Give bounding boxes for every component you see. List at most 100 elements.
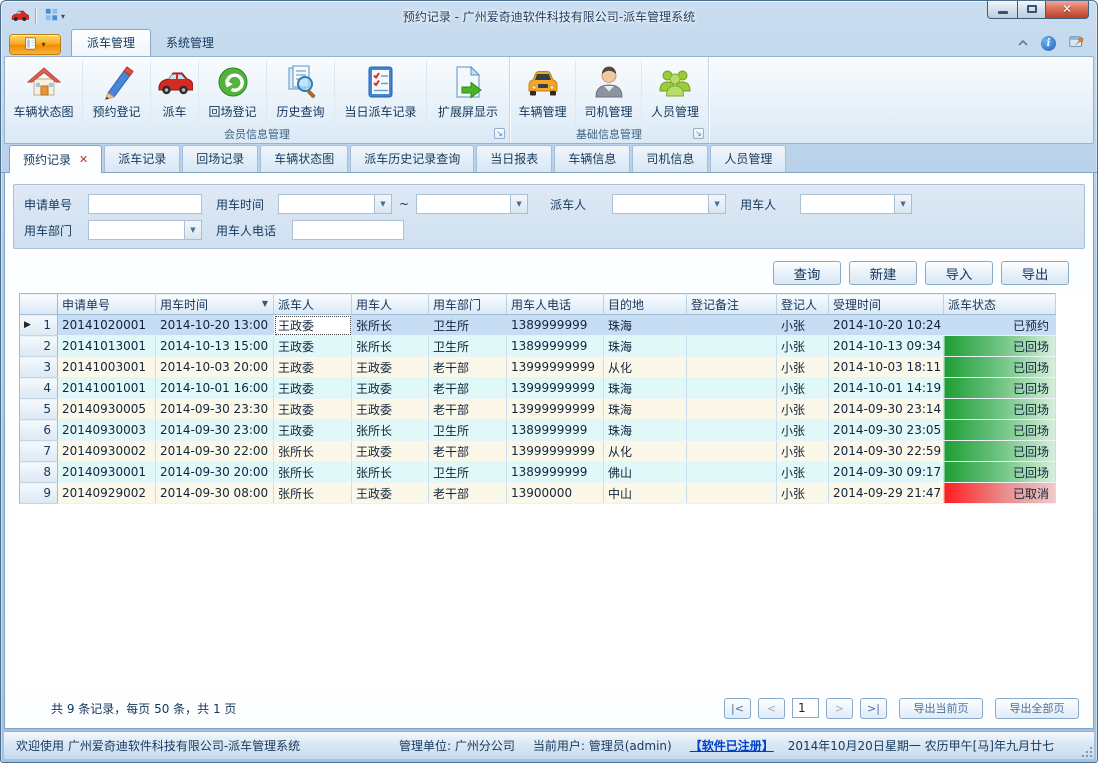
info-icon[interactable]: i	[1041, 36, 1056, 51]
cell-accept_time[interactable]: 2014-10-20 10:24	[829, 315, 944, 336]
cell-dispatcher[interactable]: 王政委	[274, 315, 352, 336]
close-button[interactable]: ✕	[1045, 0, 1089, 19]
cell-order_no[interactable]: 20140930005	[58, 399, 156, 420]
new-button[interactable]: 新建	[849, 261, 917, 285]
cell-destination[interactable]: 珠海	[604, 336, 687, 357]
column-header[interactable]: 派车状态	[944, 294, 1056, 315]
cell-destination[interactable]: 珠海	[604, 420, 687, 441]
cell-order_no[interactable]: 20141020001	[58, 315, 156, 336]
cell-user[interactable]: 王政委	[352, 399, 429, 420]
ribbon-button-extended-screen[interactable]: 扩展屏显示	[427, 60, 509, 125]
tab-vehicle-info[interactable]: 车辆信息	[554, 145, 630, 172]
table-row[interactable]: 9201409290022014-09-30 08:00张所长王政委老干部139…	[20, 483, 1056, 504]
cell-dispatcher[interactable]: 王政委	[274, 336, 352, 357]
cell-dept[interactable]: 卫生所	[429, 420, 507, 441]
minimize-button[interactable]	[987, 0, 1017, 19]
order-no-input[interactable]	[88, 194, 202, 214]
column-header[interactable]: 派车人	[274, 294, 352, 315]
cell-user[interactable]: 张所长	[352, 462, 429, 483]
row-indicator-header[interactable]	[20, 294, 58, 315]
collapse-ribbon-icon[interactable]	[1017, 36, 1029, 50]
ribbon-button-personnel-management[interactable]: 人员管理	[642, 60, 708, 125]
cell-user[interactable]: 王政委	[352, 441, 429, 462]
cell-status[interactable]: 已回场	[944, 441, 1056, 462]
cell-status[interactable]: 已取消	[944, 483, 1056, 504]
ribbon-button-reservation[interactable]: 预约登记	[83, 60, 151, 125]
cell-status[interactable]: 已回场	[944, 378, 1056, 399]
cell-phone[interactable]: 13999999999	[507, 441, 604, 462]
cell-dept[interactable]: 卫生所	[429, 336, 507, 357]
cell-destination[interactable]: 佛山	[604, 462, 687, 483]
cell-dispatcher[interactable]: 王政委	[274, 399, 352, 420]
first-page-button[interactable]: |<	[724, 698, 751, 719]
cell-dept[interactable]: 老干部	[429, 378, 507, 399]
cell-registrar[interactable]: 小张	[777, 462, 829, 483]
maximize-button[interactable]	[1017, 0, 1045, 19]
cell-accept_time[interactable]: 2014-09-29 21:47	[829, 483, 944, 504]
cell-user[interactable]: 张所长	[352, 315, 429, 336]
column-header[interactable]: 用车人电话	[507, 294, 604, 315]
cell-accept_time[interactable]: 2014-09-30 23:05	[829, 420, 944, 441]
cell-destination[interactable]: 从化	[604, 357, 687, 378]
cell-phone[interactable]: 1389999999	[507, 336, 604, 357]
table-row[interactable]: 2201410130012014-10-13 15:00王政委张所长卫生所138…	[20, 336, 1056, 357]
row-indicator[interactable]: 5	[20, 399, 58, 420]
cell-destination[interactable]: 珠海	[604, 378, 687, 399]
cell-use_time[interactable]: 2014-10-01 16:00	[156, 378, 274, 399]
cell-phone[interactable]: 13999999999	[507, 399, 604, 420]
cell-remark[interactable]	[687, 441, 777, 462]
cell-dept[interactable]: 卫生所	[429, 462, 507, 483]
column-header[interactable]: 申请单号	[58, 294, 156, 315]
use-time-from-select[interactable]: ▼	[278, 194, 392, 214]
phone-input[interactable]	[292, 220, 404, 240]
cell-accept_time[interactable]: 2014-09-30 23:14	[829, 399, 944, 420]
cell-remark[interactable]	[687, 420, 777, 441]
cell-order_no[interactable]: 20140930003	[58, 420, 156, 441]
export-all-pages-button[interactable]: 导出全部页	[995, 698, 1079, 719]
import-button[interactable]: 导入	[925, 261, 993, 285]
cell-status[interactable]: 已回场	[944, 399, 1056, 420]
cell-status[interactable]: 已回场	[944, 462, 1056, 483]
cell-dispatcher[interactable]: 张所长	[274, 462, 352, 483]
dialog-launcher-icon[interactable]: ↘	[693, 128, 704, 139]
cell-status[interactable]: 已回场	[944, 357, 1056, 378]
cell-dispatcher[interactable]: 张所长	[274, 441, 352, 462]
cell-phone[interactable]: 13900000	[507, 483, 604, 504]
row-indicator[interactable]: ▶1	[20, 315, 58, 336]
tab-driver-info[interactable]: 司机信息	[632, 145, 708, 172]
cell-accept_time[interactable]: 2014-09-30 22:59	[829, 441, 944, 462]
switch-window-icon[interactable]	[1068, 34, 1085, 52]
cell-order_no[interactable]: 20141013001	[58, 336, 156, 357]
cell-phone[interactable]: 1389999999	[507, 420, 604, 441]
tab-reservation-records[interactable]: 预约记录 ✕	[9, 145, 102, 173]
cell-status[interactable]: 已回场	[944, 420, 1056, 441]
table-row[interactable]: 8201409300012014-09-30 20:00张所长张所长卫生所138…	[20, 462, 1056, 483]
tab-personnel-management[interactable]: 人员管理	[710, 145, 786, 172]
column-header[interactable]: 登记备注	[687, 294, 777, 315]
cell-registrar[interactable]: 小张	[777, 399, 829, 420]
table-row[interactable]: 7201409300022014-09-30 22:00张所长王政委老干部139…	[20, 441, 1056, 462]
cell-destination[interactable]: 珠海	[604, 315, 687, 336]
cell-user[interactable]: 张所长	[352, 336, 429, 357]
cell-user[interactable]: 王政委	[352, 378, 429, 399]
cell-use_time[interactable]: 2014-10-20 13:00	[156, 315, 274, 336]
cell-registrar[interactable]: 小张	[777, 420, 829, 441]
cell-remark[interactable]	[687, 483, 777, 504]
column-header[interactable]: 登记人	[777, 294, 829, 315]
cell-accept_time[interactable]: 2014-10-01 14:19	[829, 378, 944, 399]
cell-user[interactable]: 张所长	[352, 420, 429, 441]
cell-order_no[interactable]: 20140929002	[58, 483, 156, 504]
column-header[interactable]: 用车人	[352, 294, 429, 315]
cell-registrar[interactable]: 小张	[777, 357, 829, 378]
cell-dept[interactable]: 老干部	[429, 441, 507, 462]
table-row[interactable]: 6201409300032014-09-30 23:00王政委张所长卫生所138…	[20, 420, 1056, 441]
cell-remark[interactable]	[687, 357, 777, 378]
cell-dept[interactable]: 老干部	[429, 357, 507, 378]
cell-phone[interactable]: 1389999999	[507, 315, 604, 336]
row-indicator[interactable]: 9	[20, 483, 58, 504]
row-indicator[interactable]: 7	[20, 441, 58, 462]
cell-remark[interactable]	[687, 336, 777, 357]
dialog-launcher-icon[interactable]: ↘	[494, 128, 505, 139]
table-row[interactable]: 3201410030012014-10-03 20:00王政委王政委老干部139…	[20, 357, 1056, 378]
cell-destination[interactable]: 珠海	[604, 399, 687, 420]
